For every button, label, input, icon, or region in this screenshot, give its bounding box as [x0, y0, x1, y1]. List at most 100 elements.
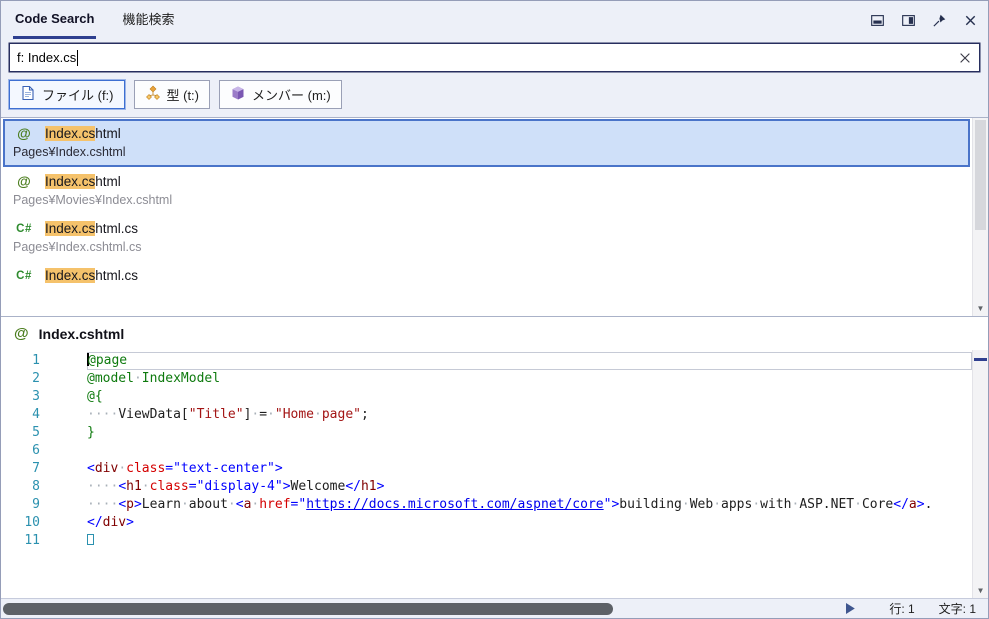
- code-segment: "Title": [188, 407, 244, 422]
- result-row[interactable]: C# Index.cshtml.cs Pages¥Index.cshtml.cs: [3, 215, 970, 262]
- match-highlight: Index.cs: [45, 221, 96, 236]
- code-segment: <: [87, 461, 95, 476]
- code-segment: apps: [721, 497, 753, 512]
- results-panel: @ Index.cshtml Pages¥Index.cshtml @ Index.cs…: [1, 117, 988, 317]
- code-segment: p: [126, 497, 134, 512]
- code-segment: <: [118, 497, 127, 512]
- dock-bottom-icon[interactable]: [870, 13, 885, 28]
- code-line[interactable]: 3 @{: [1, 388, 972, 406]
- code-segment: </: [893, 497, 909, 512]
- filter-label: 型 (t:): [166, 88, 200, 103]
- code-segment: page": [321, 407, 361, 422]
- code-segment: "text-center": [173, 461, 275, 476]
- code-editor[interactable]: 1 @page 2 @model·IndexModel 3 @{4 ····ViewData…: [1, 350, 988, 598]
- code-line[interactable]: 9 ····<p>Learn·about·<a·href="https://doc…: [1, 496, 972, 514]
- horizontal-scrollbar[interactable]: [1, 599, 836, 618]
- csharp-file-icon: C#: [16, 222, 32, 235]
- line-number: 7: [32, 461, 40, 476]
- code-line[interactable]: 6: [1, 442, 972, 460]
- horizontal-scrollbar-thumb[interactable]: [3, 603, 613, 615]
- code-segment: ASP.NET: [799, 497, 855, 512]
- scroll-right-icon[interactable]: [846, 603, 856, 614]
- razor-file-icon: @: [17, 125, 31, 141]
- window-controls: [870, 1, 978, 39]
- code-line[interactable]: 4 ····ViewData["Title"]·=·"Home·page";: [1, 406, 972, 424]
- result-filename: Index.cshtml: [45, 173, 121, 189]
- code-segment: =: [188, 479, 197, 494]
- code-segment: <: [235, 497, 244, 512]
- code-line[interactable]: 11: [1, 532, 972, 550]
- results-list: @ Index.cshtml Pages¥Index.cshtml @ Index.cs…: [1, 118, 972, 316]
- result-title-line: @ Index.cshtml: [12, 125, 961, 141]
- line-number: 6: [32, 443, 40, 458]
- razor-file-icon: @: [17, 173, 31, 189]
- code-segment: >: [376, 479, 385, 494]
- code-segment: ·: [141, 479, 150, 494]
- result-row[interactable]: @ Index.cshtml Pages¥Index.cshtml: [3, 119, 970, 167]
- filter-label: ファイル (f:): [42, 88, 114, 103]
- results-scrollbar[interactable]: ▼: [972, 118, 988, 316]
- file-icon: [20, 85, 36, 104]
- clear-search-icon[interactable]: [958, 51, 972, 65]
- filter-file-button[interactable]: ファイル (f:): [9, 80, 125, 109]
- code-segment: building: [619, 497, 682, 512]
- code-segment: div: [94, 461, 119, 476]
- tab-code-search[interactable]: Code Search: [13, 1, 97, 39]
- code-segment: ·: [133, 371, 142, 386]
- code-segment: >: [133, 497, 142, 512]
- close-icon[interactable]: [963, 13, 978, 28]
- filter-member-button[interactable]: メンバー (m:): [219, 80, 342, 109]
- code-segment: ·: [227, 497, 236, 512]
- code-segment: ·: [713, 497, 722, 512]
- code-text: ····<h1·class="display-4">Welcome</h1>: [87, 478, 972, 496]
- filter-row: ファイル (f:) 型 (t:) メンバー (m:): [1, 78, 988, 117]
- code-segment: href: [259, 497, 291, 512]
- code-segment: ·: [118, 461, 127, 476]
- code-segment: >: [916, 497, 925, 512]
- code-text: @{: [87, 388, 972, 406]
- code-segment: @{: [87, 389, 103, 404]
- line-number: 11: [24, 533, 40, 548]
- code-segment: ·: [681, 497, 690, 512]
- line-number: 10: [24, 515, 40, 530]
- code-text: <div·class="text-center">: [87, 460, 972, 478]
- status-column-indicator: 文字: 1: [938, 602, 976, 616]
- code-segment: class: [126, 461, 166, 476]
- csharp-file-icon: C#: [16, 269, 32, 282]
- scroll-down-icon[interactable]: ▼: [973, 583, 988, 597]
- code-line[interactable]: 1 @page: [1, 352, 972, 370]
- code-line[interactable]: 2 @model·IndexModel: [1, 370, 972, 388]
- pin-icon[interactable]: [932, 13, 947, 28]
- code-segment: class: [149, 479, 189, 494]
- status-bar: 行: 1 文字: 1: [1, 598, 988, 618]
- code-line[interactable]: 8 ····<h1·class="display-4">Welcome</h1>: [1, 478, 972, 496]
- search-input[interactable]: f: Index.cs: [9, 43, 980, 72]
- code-segment: >: [282, 479, 291, 494]
- filter-type-button[interactable]: 型 (t:): [133, 80, 210, 109]
- code-segment: </: [87, 515, 103, 530]
- result-row[interactable]: C# Index.cshtml.cs: [3, 262, 970, 291]
- line-number: 8: [32, 479, 40, 494]
- code-segment: h1: [360, 479, 377, 494]
- code-segment: Welcome: [290, 479, 346, 494]
- results-scrollbar-thumb[interactable]: [975, 120, 986, 230]
- whitespace-box-glyph: [87, 534, 94, 545]
- scroll-down-icon[interactable]: ▼: [973, 301, 988, 315]
- code-segment: =: [259, 407, 268, 422]
- code-segment: "display-4": [196, 479, 283, 494]
- code-segment: https://docs.microsoft.com/aspnet/core: [306, 497, 604, 512]
- result-row[interactable]: @ Index.cshtml Pages¥Movies¥Index.cshtml: [3, 167, 970, 215]
- code-line[interactable]: 5}: [1, 424, 972, 442]
- code-segment: about: [188, 497, 228, 512]
- line-number: 1: [32, 353, 40, 368]
- code-text: [87, 532, 972, 550]
- split-vertical-icon[interactable]: [901, 13, 916, 28]
- tab-feature-search[interactable]: 機能検索: [120, 1, 176, 39]
- code-segment: @page: [88, 353, 128, 368]
- code-segment: ·: [752, 497, 761, 512]
- editor-scrollbar[interactable]: ▼: [972, 350, 988, 598]
- code-segment: "Home: [274, 407, 315, 422]
- code-line[interactable]: 10 </div>: [1, 514, 972, 532]
- code-line[interactable]: 7 <div·class="text-center">: [1, 460, 972, 478]
